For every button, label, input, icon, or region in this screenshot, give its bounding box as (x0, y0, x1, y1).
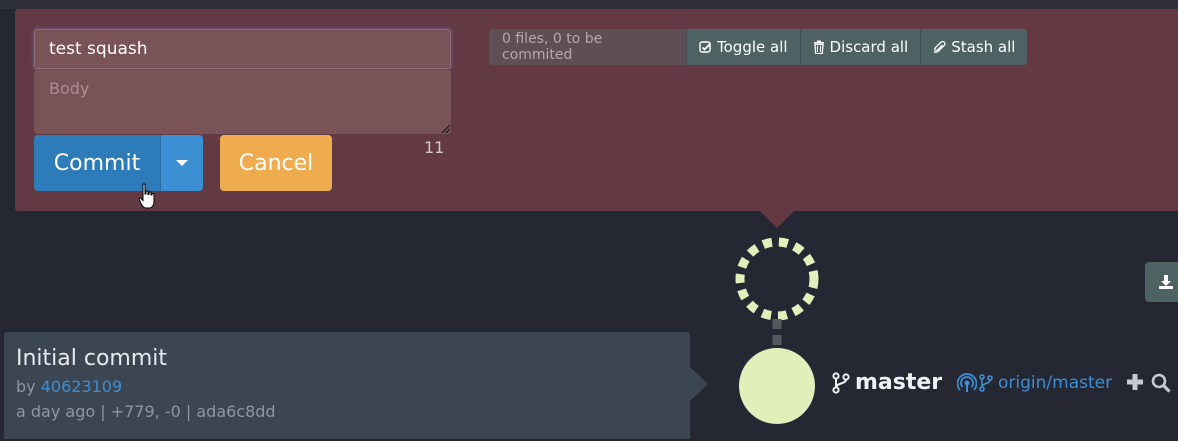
remote-branch[interactable]: origin/master (957, 373, 1112, 393)
remote-icon (957, 373, 977, 392)
download-button[interactable] (1145, 262, 1178, 302)
branch-icon (979, 374, 993, 392)
card-pointer (690, 367, 708, 401)
remote-branch-label: origin/master (998, 373, 1113, 393)
author-link[interactable]: 40623109 (41, 377, 122, 396)
commit-meta: a day ago | +779, -0 | ada6c8dd (16, 402, 276, 421)
commit-node (739, 348, 815, 424)
download-icon (1159, 275, 1173, 289)
branch-icon (832, 371, 850, 394)
commit-card[interactable]: Initial commit by 40623109 a day ago | +… (4, 332, 690, 439)
commit-author-line: by 40623109 (16, 374, 678, 399)
branch-master-label: master (855, 370, 943, 395)
pending-commit-node (735, 237, 819, 321)
plus-icon[interactable] (1126, 373, 1144, 391)
commit-title: Initial commit (16, 346, 168, 371)
by-label: by (16, 377, 36, 396)
branch-master[interactable]: master (832, 370, 942, 395)
search-icon[interactable] (1151, 373, 1171, 393)
